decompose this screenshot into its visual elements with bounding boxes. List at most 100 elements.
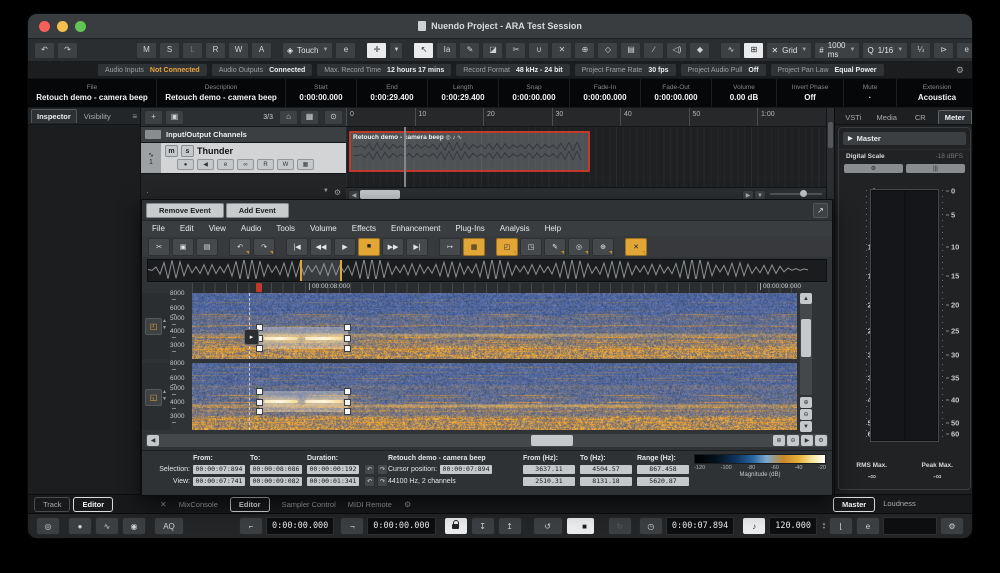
track-lanes[interactable]: Retouch demo - camera beep ◎ ♪ ∿ <box>346 127 826 187</box>
scroll-left-icon[interactable]: ◀ <box>147 435 159 446</box>
status-audio-inputs[interactable]: Audio Inputs Not Connected <box>98 64 207 76</box>
grid-type-select[interactable]: # 1000 ms ▼ <box>814 42 860 59</box>
add-track-button[interactable]: + <box>144 110 163 125</box>
playback-follow-button[interactable]: ↦ <box>439 238 461 256</box>
meter-channel-selector[interactable]: ▶ Master <box>843 132 966 145</box>
selection-from-hz-field[interactable]: 3637.11 <box>523 465 575 474</box>
view-to-hz-field[interactable]: 8131.18 <box>580 477 632 486</box>
status-max-record-time[interactable]: Max. Record Time 12 hours 17 mins <box>317 64 451 76</box>
remove-event-button[interactable]: Remove Event <box>146 203 224 218</box>
frequency-selection-tool[interactable]: ◳ <box>520 238 542 256</box>
auto-scroll-options-button[interactable]: ▼ <box>389 42 403 59</box>
view-redo-icon[interactable]: ↷ <box>377 476 388 487</box>
record-mode-button[interactable]: ● <box>68 517 92 535</box>
eraser-tool-editor[interactable]: ✕ <box>625 238 647 256</box>
channel-2-select-button[interactable]: ◱ <box>145 389 162 406</box>
tab-cr[interactable]: CR <box>904 111 937 124</box>
tab-meter[interactable]: Meter <box>938 110 973 124</box>
iterative-quantize-button[interactable]: ¼ <box>910 42 931 59</box>
stop-button[interactable]: ■ <box>358 238 380 256</box>
transport-extra-field[interactable] <box>883 517 937 535</box>
info-field[interactable]: Length 0:00:29.400 <box>428 79 499 107</box>
play-button[interactable]: ▶ <box>334 238 356 256</box>
info-field[interactable]: Start 0:00:00.000 <box>286 79 357 107</box>
scroll-down-icon[interactable]: ▼ <box>800 421 812 432</box>
info-field[interactable]: Invert Phase Off <box>777 79 844 107</box>
selection-handle[interactable] <box>344 324 351 331</box>
split-tool[interactable]: ✂ <box>505 42 526 59</box>
suspend-automation-button[interactable]: A <box>251 42 272 59</box>
channel-1-spectrogram[interactable]: ▸ <box>192 293 797 359</box>
vscroll-thumb[interactable] <box>828 122 833 148</box>
editor-hscrollbar[interactable]: ◀ ⊕ ⊖ ▶ ⚙ <box>146 434 828 447</box>
erase-tool[interactable]: ◪ <box>482 42 503 59</box>
add-event-button[interactable]: Add Event <box>226 203 289 218</box>
info-field[interactable]: Fade-Out 0:00:00.000 <box>641 79 712 107</box>
forward-button[interactable]: ▶▶ <box>382 238 404 256</box>
spectral-selection-ch1[interactable] <box>259 327 348 349</box>
view-undo-icon[interactable]: ↶ <box>364 476 375 487</box>
tab-loudness[interactable]: Loudness <box>879 497 920 512</box>
selection-redo-icon[interactable]: ↷ <box>377 464 388 475</box>
selection-duration-field[interactable]: 00:00:00:192 <box>307 465 359 474</box>
selection-handle[interactable] <box>256 408 263 415</box>
info-field[interactable]: Snap 0:00:00.000 <box>499 79 570 107</box>
menu-item[interactable]: Tools <box>276 224 295 233</box>
track-name[interactable]: Thunder <box>197 146 233 156</box>
transport-edit-button[interactable]: e <box>856 517 880 535</box>
status-record-format[interactable]: Record Format 48 kHz - 24 bit <box>456 64 569 76</box>
playhead-marker-flag[interactable] <box>256 283 262 292</box>
editor-vscrollbar[interactable]: ▲ <box>800 293 812 395</box>
show-lanes-button[interactable]: ▦ <box>297 159 314 170</box>
tab-editor-left[interactable]: Editor <box>73 497 113 512</box>
info-field[interactable]: Extension Acoustica <box>897 79 972 107</box>
view-from-field[interactable]: 00:00:07:741 <box>193 477 245 486</box>
automation-settings-button[interactable]: e <box>335 42 356 59</box>
inspector-menu-icon[interactable]: ≡ <box>132 112 137 121</box>
info-field[interactable]: File Retouch demo - camera beep <box>28 79 157 107</box>
menu-item[interactable]: File <box>152 224 165 233</box>
listen-all-button[interactable]: L <box>182 42 203 59</box>
zoom-slider[interactable] <box>770 193 822 195</box>
snap-to-zero-button[interactable]: ∿ <box>720 42 741 59</box>
track-home-button[interactable]: ⌂ <box>279 110 298 125</box>
selection-handle[interactable] <box>256 399 263 406</box>
view-range-hz-field[interactable]: 5620.87 <box>637 477 689 486</box>
draw-tool[interactable]: ✎ <box>459 42 480 59</box>
object-selection-tool[interactable]: ↖ <box>413 42 434 59</box>
zoom-tool-editor[interactable]: ⊕ <box>592 238 614 256</box>
open-in-window-button[interactable]: ↗ <box>813 203 828 218</box>
selection-from-field[interactable]: 00:00:07:894 <box>193 465 245 474</box>
cycle-button[interactable]: ↺ <box>533 517 563 535</box>
glue-tool[interactable]: ∪ <box>528 42 549 59</box>
tab-media[interactable]: Media <box>871 111 904 124</box>
channel-2-spectrogram[interactable] <box>192 363 797 430</box>
read-all-button[interactable]: R <box>205 42 226 59</box>
channel-2-resize-arrows[interactable]: ▲▼ <box>162 389 167 403</box>
menu-item[interactable]: View <box>209 224 226 233</box>
editor-hscroll-thumb[interactable] <box>531 435 573 446</box>
tempo-stepper[interactable]: ▲▼ <box>822 522 826 531</box>
snap-type-select[interactable]: ✕ Grid ▼ <box>766 42 812 59</box>
selection-handle[interactable] <box>344 345 351 352</box>
right-locator-field[interactable]: 0:00:00.000 <box>367 517 435 535</box>
tempo-field[interactable]: 120.000 <box>769 517 817 535</box>
right-locator-icon[interactable]: ¬ <box>340 517 364 535</box>
selection-to-field[interactable]: 00:00:08:086 <box>250 465 302 474</box>
project-ruler[interactable]: 010203040501:00 <box>346 108 826 127</box>
audition-tool[interactable]: ◁) <box>666 42 687 59</box>
audio-event[interactable]: Retouch demo - camera beep ◎ ♪ ∿ <box>349 131 590 172</box>
menu-item[interactable]: Effects <box>352 224 376 233</box>
folder-track-row[interactable]: Input/Output Channels <box>141 127 346 143</box>
info-field[interactable]: Volume 0.00 dB <box>712 79 777 107</box>
menu-item[interactable]: Edit <box>180 224 194 233</box>
channel-1-resize-arrows[interactable]: ▲▼ <box>162 318 167 332</box>
waveform-overview[interactable] <box>147 259 827 282</box>
mute-tool[interactable]: ✕ <box>551 42 572 59</box>
tab-inspector[interactable]: Inspector <box>31 109 77 123</box>
track-solo-button[interactable]: s <box>181 145 194 157</box>
time-format-button[interactable]: ◷ <box>639 517 663 535</box>
zoom-tool[interactable]: ⊕ <box>574 42 595 59</box>
primary-time-display[interactable]: 0:00:07.894 <box>666 517 734 535</box>
editor-vscroll-thumb[interactable] <box>801 319 811 357</box>
